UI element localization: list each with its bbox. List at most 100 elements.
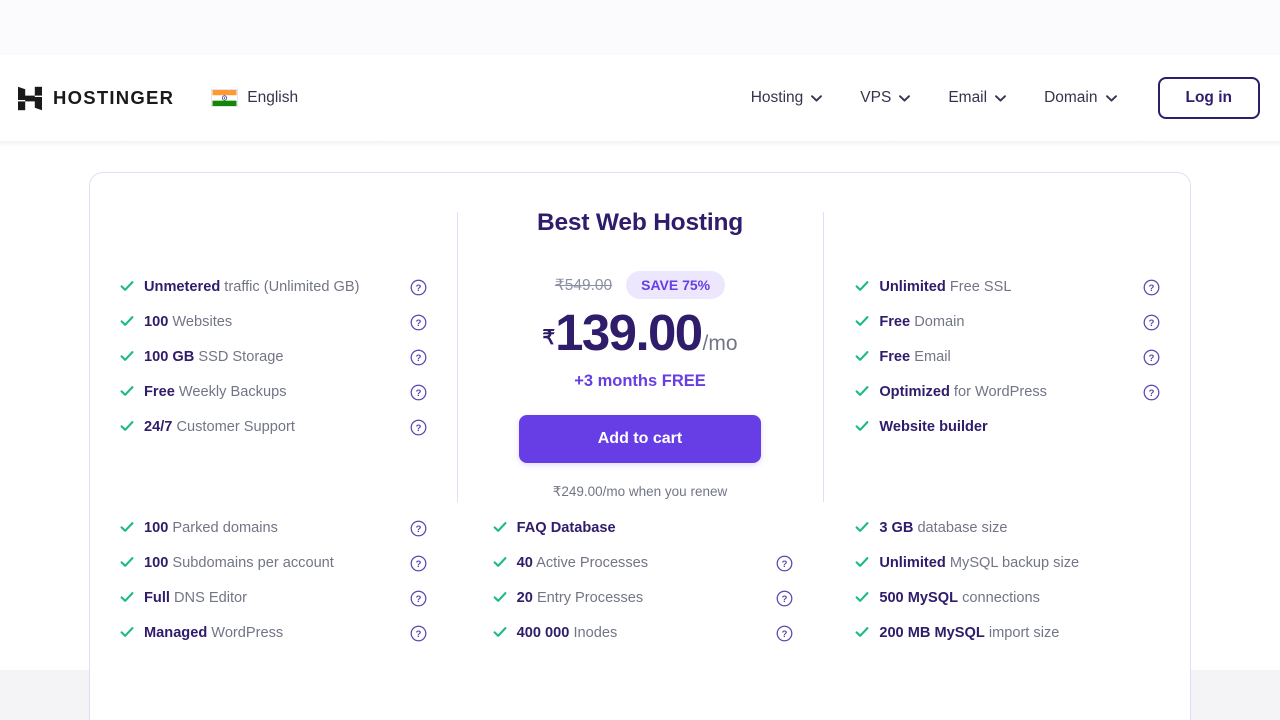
nav-label: Domain [1044, 89, 1098, 106]
price-amount: 139.00 [555, 304, 703, 361]
help-icon[interactable]: ? [1143, 384, 1160, 401]
help-icon[interactable]: ? [1143, 314, 1160, 331]
login-button[interactable]: Log in [1157, 77, 1260, 119]
top-strip [0, 0, 1280, 55]
svg-text:?: ? [415, 559, 421, 570]
svg-text:?: ? [1149, 388, 1155, 399]
svg-text:?: ? [415, 283, 421, 294]
check-icon [120, 349, 144, 367]
feature-item: Unlimited MySQL backup size [855, 546, 1160, 581]
svg-text:?: ? [1149, 318, 1155, 329]
brand-logo[interactable]: HOSTINGER [18, 86, 174, 111]
help-icon[interactable]: ? [410, 590, 427, 607]
help-icon[interactable]: ? [410, 419, 427, 436]
features-column-bottom-mid: FAQ Database 40 Active Processes ? 20 En… [457, 503, 824, 651]
svg-text:?: ? [415, 318, 421, 329]
check-icon [493, 555, 517, 573]
check-icon [855, 625, 879, 643]
check-icon [120, 314, 144, 332]
column-divider-left [456, 212, 458, 502]
help-icon[interactable]: ? [776, 625, 793, 642]
page-body: Unmetered traffic (Unlimited GB) ? 100 W… [0, 141, 1280, 720]
add-to-cart-button[interactable]: Add to cart [518, 415, 761, 463]
feature-item: 100 Subdomains per account ? [120, 546, 427, 581]
check-icon [493, 520, 517, 538]
help-icon[interactable]: ? [776, 590, 793, 607]
chevron-down-icon [1105, 94, 1117, 102]
help-icon[interactable]: ? [410, 279, 427, 296]
plan-bottom-section: 100 Parked domains ? 100 Subdomains per … [90, 503, 1190, 651]
column-divider-right [823, 212, 825, 502]
help-icon[interactable]: ? [410, 625, 427, 642]
feature-item: Free Email ? [855, 340, 1160, 375]
feature-item: 100 Websites ? [120, 305, 427, 340]
feature-label: Unmetered traffic (Unlimited GB) [144, 279, 360, 296]
feature-item: Free Domain ? [855, 305, 1160, 340]
check-icon [120, 279, 144, 297]
feature-item: Optimized for WordPress ? [855, 375, 1160, 410]
help-icon[interactable]: ? [410, 555, 427, 572]
feature-label: Optimized for WordPress [879, 384, 1047, 401]
old-price: ₹549.00 [554, 276, 613, 294]
svg-text:?: ? [782, 559, 788, 570]
chevron-down-icon [899, 94, 911, 102]
feature-label: 100 Parked domains [144, 520, 278, 537]
feature-item: Website builder [855, 410, 1160, 445]
feature-item: 400 000 Inodes ? [493, 616, 794, 651]
price-period: /mo [702, 332, 738, 355]
status-badge: SAVE 75% [626, 271, 726, 299]
svg-text:?: ? [415, 594, 421, 605]
hostinger-h-mark-icon [18, 86, 42, 111]
nav-item-vps[interactable]: VPS [841, 79, 929, 117]
check-icon [120, 590, 144, 608]
nav-item-domain[interactable]: Domain [1025, 79, 1135, 117]
feature-item: 40 Active Processes ? [493, 546, 794, 581]
help-icon[interactable]: ? [410, 349, 427, 366]
check-icon [855, 555, 879, 573]
features-column-bottom-right: 3 GB database size Unlimited MySQL backu… [823, 503, 1190, 651]
svg-text:?: ? [1149, 353, 1155, 364]
feature-item: Full DNS Editor ? [120, 581, 427, 616]
feature-label: 200 MB MySQL import size [879, 625, 1060, 642]
help-icon[interactable]: ? [1143, 349, 1160, 366]
feature-item: Managed WordPress ? [120, 616, 427, 651]
main-navigation: Hosting VPS Email Domain Log in [732, 77, 1260, 119]
feature-label: 400 000 Inodes [516, 625, 618, 642]
chevron-down-icon [811, 94, 823, 102]
feature-item: 20 Entry Processes ? [493, 581, 794, 616]
bonus-months-label: +3 months FREE [574, 372, 706, 390]
renewal-note: ₹249.00/mo when you renew [552, 484, 728, 499]
language-selector[interactable]: English [211, 89, 298, 107]
check-icon [120, 419, 144, 437]
features-column-bottom-left: 100 Parked domains ? 100 Subdomains per … [90, 503, 457, 651]
check-icon [855, 520, 879, 538]
price-comparison-row: ₹549.00 SAVE 75% [477, 271, 804, 299]
feature-label: 24/7 Customer Support [144, 419, 295, 436]
feature-list-top-left: Unmetered traffic (Unlimited GB) ? 100 W… [90, 173, 457, 445]
feature-label: 500 MySQL connections [879, 590, 1040, 607]
feature-label: 3 GB database size [879, 520, 1008, 537]
nav-item-email[interactable]: Email [929, 79, 1025, 117]
help-icon[interactable]: ? [410, 520, 427, 537]
language-label: English [247, 89, 299, 106]
feature-label: Unlimited MySQL backup size [879, 555, 1080, 572]
help-icon[interactable]: ? [410, 384, 427, 401]
brand-name: HOSTINGER [53, 87, 175, 108]
feature-item: Unlimited Free SSL ? [855, 270, 1160, 305]
svg-text:?: ? [415, 388, 421, 399]
feature-label: 40 Active Processes [516, 555, 649, 572]
help-icon[interactable]: ? [776, 555, 793, 572]
feature-item: 500 MySQL connections [855, 581, 1160, 616]
nav-item-hosting[interactable]: Hosting [732, 79, 842, 117]
pricing-block: Best Web Hosting ₹549.00 SAVE 75% ₹ 139.… [457, 173, 824, 500]
feature-item: 200 MB MySQL import size [855, 616, 1160, 651]
currency-symbol: ₹ [542, 326, 556, 349]
check-icon [855, 384, 879, 402]
check-icon [855, 590, 879, 608]
feature-label: Managed WordPress [144, 625, 284, 642]
feature-list-bottom-mid: FAQ Database 40 Active Processes ? 20 En… [457, 503, 824, 651]
help-icon[interactable]: ? [1143, 279, 1160, 296]
help-icon[interactable]: ? [410, 314, 427, 331]
svg-text:?: ? [415, 524, 421, 535]
svg-text:?: ? [415, 353, 421, 364]
